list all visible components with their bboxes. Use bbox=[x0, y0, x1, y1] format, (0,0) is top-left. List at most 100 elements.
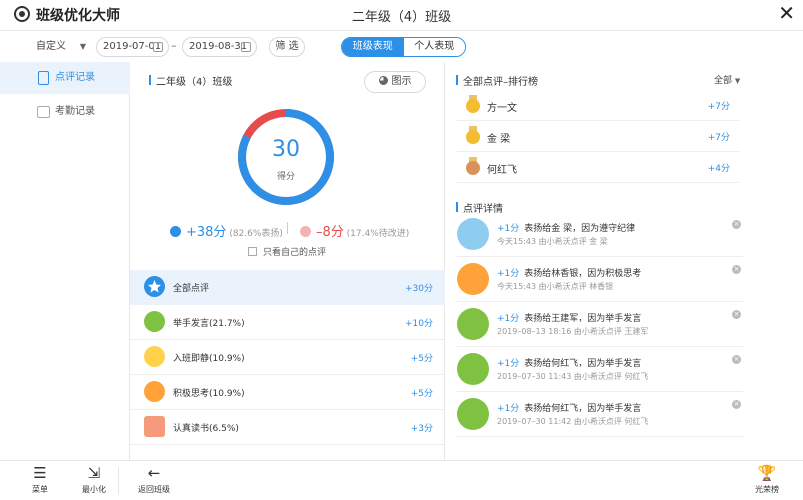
divider bbox=[118, 467, 119, 495]
sidebar-item-review-records[interactable]: 点评记录 bbox=[0, 62, 130, 94]
detail-row[interactable]: +1分 表扬给金 梁，因为遵守纪律 今天15:43 由小希沃点评 金 梁 × bbox=[457, 212, 743, 257]
filter-button[interactable]: 筛 选 bbox=[269, 37, 305, 57]
filter-toolbar: 自定义 ▼ 2019-07-01 – 2019-08-31 筛 选 班级表现 个… bbox=[0, 30, 803, 62]
own-only-toggle[interactable]: 只看自己的点评 bbox=[248, 245, 326, 258]
sun-avatar-icon bbox=[457, 263, 489, 295]
student-avatar-icon bbox=[457, 308, 489, 340]
back-to-class-button[interactable]: ← 返回班级 bbox=[132, 465, 176, 495]
category-row[interactable]: 积极思考(10.9%) +5分 bbox=[130, 375, 445, 410]
sad-icon bbox=[300, 226, 311, 237]
minimize-label: 最小化 bbox=[82, 485, 106, 494]
sidebar-item-attendance[interactable]: 考勤记录 bbox=[0, 96, 130, 128]
sidebar: 点评记录 考勤记录 bbox=[0, 62, 130, 460]
detail-text: 表扬给何红飞，因为举手发言 bbox=[524, 359, 642, 369]
chevron-down-icon: ▼ bbox=[79, 42, 86, 51]
close-icon[interactable]: × bbox=[732, 220, 741, 229]
trophy-icon: 🏆 bbox=[757, 464, 777, 482]
score-value: 30 bbox=[272, 137, 300, 162]
start-date-field[interactable]: 2019-07-01 bbox=[96, 37, 169, 57]
date-separator: – bbox=[171, 39, 177, 52]
tab-personal-performance[interactable]: 个人表现 bbox=[403, 38, 465, 56]
category-row[interactable]: 入班即静(10.9%) +5分 bbox=[130, 340, 445, 375]
positive-stat: +38分 (82.6%表扬) bbox=[170, 221, 283, 240]
detail-text: 表扬给何红飞，因为举手发言 bbox=[524, 404, 642, 414]
menu-label: 菜单 bbox=[32, 485, 48, 494]
chart-view-button[interactable]: 图示 bbox=[364, 71, 426, 93]
back-label: 返回班级 bbox=[138, 485, 170, 494]
close-icon[interactable]: ✕ bbox=[778, 2, 795, 24]
detail-meta: 2019–08–13 18:16 由小希沃点评 王建军 bbox=[497, 327, 649, 336]
calendar-icon bbox=[241, 42, 251, 52]
detail-points: +1分 bbox=[497, 269, 520, 279]
close-icon[interactable]: × bbox=[732, 400, 741, 409]
ranking-row[interactable]: 金 梁 +7分 bbox=[457, 121, 740, 152]
student-avatar-icon bbox=[457, 398, 489, 430]
calendar-icon bbox=[153, 42, 163, 52]
bottom-bar: ☰ 菜单 ⇲ 最小化 ← 返回班级 🏆 光荣榜 bbox=[0, 460, 803, 500]
detail-row[interactable]: +1分 表扬给何红飞，因为举手发言 2019–07–30 11:43 由小希沃点评… bbox=[457, 347, 743, 392]
detail-text: 表扬给林香银，因为积极思考 bbox=[524, 269, 642, 279]
bronze-medal-icon bbox=[465, 157, 481, 175]
title-bar: 班级优化大师 二年级（4）班级 ✕ bbox=[0, 0, 803, 30]
sidebar-item-label: 点评记录 bbox=[55, 72, 95, 83]
book-icon bbox=[144, 416, 165, 437]
detail-meta: 今天15:43 由小希沃点评 金 梁 bbox=[497, 237, 608, 246]
category-row[interactable]: 全部点评 +30分 bbox=[130, 270, 445, 305]
negative-value: –8分 bbox=[316, 225, 344, 240]
own-only-label: 只看自己的点评 bbox=[263, 248, 327, 258]
pie-chart-icon bbox=[378, 76, 388, 85]
honor-roll-button[interactable]: 🏆 光荣榜 bbox=[745, 465, 789, 495]
ranking-filter-value: 全部 bbox=[714, 76, 733, 86]
detail-points: +1分 bbox=[497, 359, 520, 369]
detail-text: 表扬给金 梁，因为遵守纪律 bbox=[524, 224, 636, 234]
summary-panel: 二年级（4）班级 图示 30 得分 +38分 (82.6%表扬) –8分 (17… bbox=[130, 62, 445, 460]
positive-value: +38分 bbox=[186, 225, 227, 240]
certificate-avatar-icon bbox=[457, 218, 489, 250]
student-name: 何红飞 bbox=[487, 165, 517, 176]
clipboard-icon bbox=[38, 71, 49, 85]
range-select[interactable]: 自定义 ▼ bbox=[32, 38, 88, 56]
sun-icon bbox=[144, 381, 165, 402]
detail-text: 表扬给王建军，因为举手发言 bbox=[524, 314, 642, 324]
menu-button[interactable]: ☰ 菜单 bbox=[18, 465, 62, 495]
student-avatar-icon bbox=[457, 353, 489, 385]
detail-row[interactable]: +1分 表扬给何红飞，因为举手发言 2019–07–30 11:42 由小希沃点评… bbox=[457, 392, 743, 437]
minimize-button[interactable]: ⇲ 最小化 bbox=[72, 465, 116, 495]
student-name: 金 梁 bbox=[487, 134, 511, 145]
category-value: +5分 bbox=[410, 354, 433, 364]
close-icon[interactable]: × bbox=[732, 265, 741, 274]
end-date-field[interactable]: 2019-08-31 bbox=[182, 37, 257, 57]
chart-button-label: 图示 bbox=[391, 76, 412, 87]
checkbox[interactable] bbox=[248, 247, 257, 256]
smile-icon bbox=[170, 226, 181, 237]
close-icon[interactable]: × bbox=[732, 355, 741, 364]
category-name: 认真读书(6.5%) bbox=[173, 424, 239, 434]
detail-points: +1分 bbox=[497, 404, 520, 414]
positive-note: (82.6%表扬) bbox=[229, 229, 283, 239]
student-score: +7分 bbox=[707, 133, 730, 143]
detail-meta: 2019–07–30 11:43 由小希沃点评 何红飞 bbox=[497, 372, 649, 381]
ranking-filter-select[interactable]: 全部 ▼ bbox=[714, 73, 740, 86]
star-icon bbox=[144, 276, 165, 297]
ranking-row[interactable]: 方一文 +7分 bbox=[457, 90, 740, 121]
ranking-panel: 全部点评–排行榜 全部 ▼ 方一文 +7分 金 梁 +7分 何红飞 +4分 点评… bbox=[445, 62, 803, 460]
detail-points: +1分 bbox=[497, 314, 520, 324]
detail-meta: 今天15:43 由小希沃点评 林香银 bbox=[497, 282, 614, 291]
category-row[interactable]: 认真读书(6.5%) +3分 bbox=[130, 410, 445, 445]
detail-meta: 2019–07–30 11:42 由小希沃点评 何红飞 bbox=[497, 417, 649, 426]
summary-title: 二年级（4）班级 bbox=[149, 73, 232, 88]
detail-row[interactable]: +1分 表扬给林香银，因为积极思考 今天15:43 由小希沃点评 林香银 × bbox=[457, 257, 743, 302]
gold-medal-icon bbox=[465, 95, 481, 113]
category-name: 举手发言(21.7%) bbox=[173, 319, 245, 329]
class-title: 二年级（4）班级 bbox=[351, 10, 452, 25]
category-row[interactable]: 举手发言(21.7%) +10分 bbox=[130, 305, 445, 340]
ranking-row[interactable]: 何红飞 +4分 bbox=[457, 152, 740, 183]
negative-stat: –8分 (17.4%待改进) bbox=[300, 221, 409, 240]
negative-note: (17.4%待改进) bbox=[346, 229, 410, 239]
student-score: +7分 bbox=[707, 102, 730, 112]
close-icon[interactable]: × bbox=[732, 310, 741, 319]
detail-row[interactable]: +1分 表扬给王建军，因为举手发言 2019–08–13 18:16 由小希沃点评… bbox=[457, 302, 743, 347]
category-name: 入班即静(10.9%) bbox=[173, 354, 245, 364]
attendance-icon bbox=[37, 106, 50, 118]
tab-class-performance[interactable]: 班级表现 bbox=[342, 38, 404, 56]
